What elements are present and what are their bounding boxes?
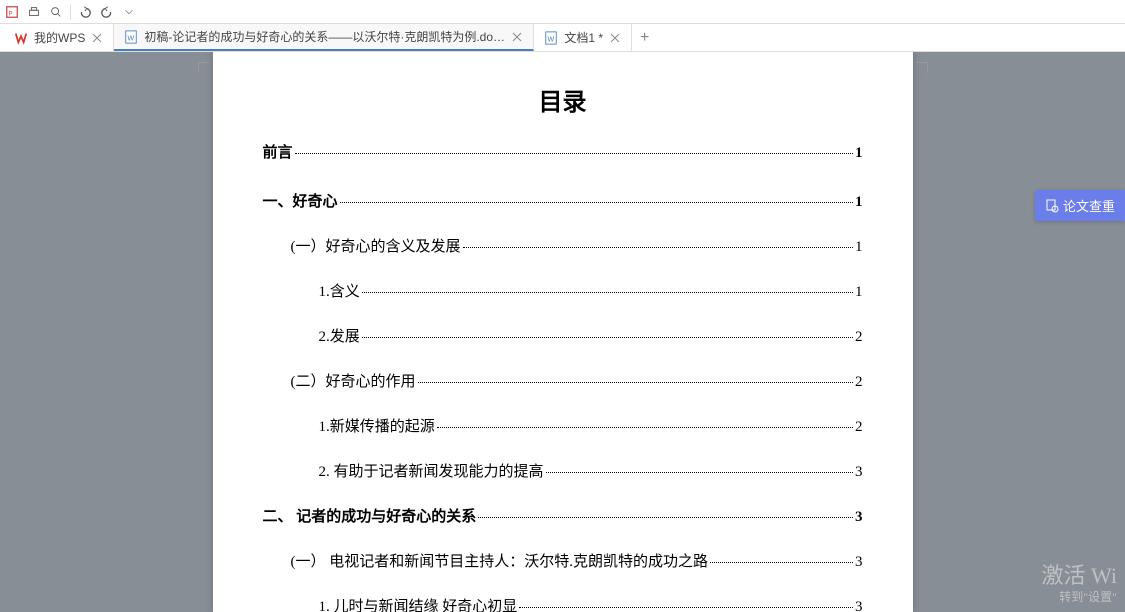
preview-icon[interactable]: [48, 4, 64, 20]
toc-entry[interactable]: 1. 儿时与新闻结缘 好奇心初显3: [319, 595, 863, 612]
document-workspace: 目录 前言1 一、好奇心1 (一）好奇心的含义及发展1 1.含义1 2.发展2 …: [0, 52, 1125, 612]
toc-entry[interactable]: 2.发展2: [319, 325, 863, 346]
tab-label: 我的WPS: [34, 29, 85, 46]
svg-text:P: P: [9, 10, 13, 17]
tab-home[interactable]: 我的WPS: [4, 24, 114, 51]
toc-entry[interactable]: 1.含义1: [319, 280, 863, 301]
word-doc-icon: W: [124, 30, 138, 44]
close-icon[interactable]: [609, 32, 621, 44]
tab-label: 初稿-论记者的成功与好奇心的关系——以沃尔特·克朗凯特为例.docx *: [144, 28, 505, 45]
check-document-icon: [1045, 199, 1059, 213]
tab-label: 文档1 *: [564, 29, 603, 46]
side-button-label: 论文查重: [1063, 196, 1115, 215]
toc-entry[interactable]: 2. 有助于记者新闻发现能力的提高3: [319, 460, 863, 481]
tab-document-1[interactable]: W 初稿-论记者的成功与好奇心的关系——以沃尔特·克朗凯特为例.docx *: [114, 24, 534, 51]
toc-entry[interactable]: (二）好奇心的作用2: [291, 370, 863, 391]
document-tabbar: 我的WPS W 初稿-论记者的成功与好奇心的关系——以沃尔特·克朗凯特为例.do…: [0, 24, 1125, 52]
toc-entry[interactable]: (一） 电视记者和新闻节目主持人：沃尔特.克朗凯特的成功之路3: [291, 550, 863, 571]
print-icon[interactable]: [26, 4, 42, 20]
quick-access-toolbar: P: [0, 0, 1125, 24]
toc-entry[interactable]: 二、 记者的成功与好奇心的关系3: [263, 505, 863, 526]
dropdown-icon[interactable]: [121, 4, 137, 20]
svg-text:W: W: [548, 36, 555, 43]
toc-title: 目录: [263, 82, 863, 117]
toc-entry[interactable]: (一）好奇心的含义及发展1: [291, 235, 863, 256]
toc-entry[interactable]: 前言1: [263, 141, 863, 162]
toc-entry[interactable]: 1.新媒传播的起源2: [319, 415, 863, 436]
close-icon[interactable]: [91, 32, 103, 44]
pdf-icon[interactable]: P: [4, 4, 20, 20]
plagiarism-check-button[interactable]: 论文查重: [1035, 190, 1125, 221]
new-tab-button[interactable]: +: [632, 24, 657, 51]
word-doc-icon: W: [544, 31, 558, 45]
svg-text:W: W: [128, 35, 135, 42]
document-page: 目录 前言1 一、好奇心1 (一）好奇心的含义及发展1 1.含义1 2.发展2 …: [213, 52, 913, 612]
wps-logo-icon: [14, 31, 28, 45]
toc-entry[interactable]: 一、好奇心1: [263, 190, 863, 211]
close-icon[interactable]: [511, 31, 523, 43]
separator: [70, 4, 71, 20]
undo-icon[interactable]: [77, 4, 93, 20]
redo-icon[interactable]: [99, 4, 115, 20]
table-of-contents: 前言1 一、好奇心1 (一）好奇心的含义及发展1 1.含义1 2.发展2 (二）…: [263, 141, 863, 612]
tab-document-2[interactable]: W 文档1 *: [534, 24, 632, 51]
